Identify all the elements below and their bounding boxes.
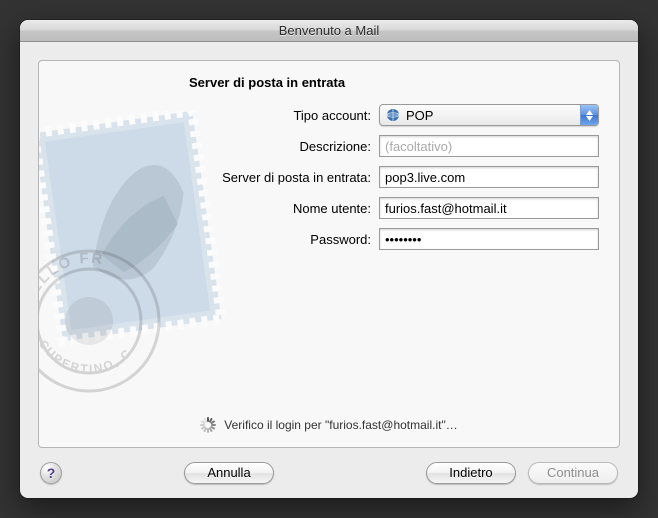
spinner-icon <box>200 417 216 433</box>
window-title: Benvenuto a Mail <box>279 23 379 38</box>
label-password: Password: <box>59 232 379 247</box>
postmark-top-text: HELLO FR <box>38 250 105 308</box>
label-account-type: Tipo account: <box>59 108 379 123</box>
password-input[interactable] <box>379 228 599 250</box>
row-description: Descrizione: <box>59 135 599 157</box>
label-username: Nome utente: <box>59 201 379 216</box>
svg-text:HELLO FR: HELLO FR <box>38 250 105 308</box>
row-username: Nome utente: <box>59 197 599 219</box>
postmark-graphic: HELLO FR CUPERTINO, C <box>38 241 169 401</box>
label-incoming-server: Server di posta in entrata: <box>59 170 379 185</box>
window-titlebar: Benvenuto a Mail <box>20 20 638 42</box>
username-input[interactable] <box>379 197 599 219</box>
form-heading: Server di posta in entrata <box>189 75 599 90</box>
button-row: ? Annulla Indietro Continua <box>38 462 620 484</box>
continue-button[interactable]: Continua <box>528 462 618 484</box>
window-content: HELLO FR CUPERTINO, C Server di posta in… <box>20 42 638 498</box>
help-icon: ? <box>47 465 56 481</box>
select-arrows-icon <box>580 105 598 125</box>
incoming-server-input[interactable] <box>379 166 599 188</box>
status-text: Verifico il login per "furios.fast@hotma… <box>224 418 457 432</box>
row-password: Password: <box>59 228 599 250</box>
row-incoming-server: Server di posta in entrata: <box>59 166 599 188</box>
description-input[interactable] <box>379 135 599 157</box>
help-button[interactable]: ? <box>40 462 62 484</box>
postmark-bottom-text: CUPERTINO, C <box>38 337 135 376</box>
globe-icon <box>386 108 400 122</box>
cancel-button[interactable]: Annulla <box>184 462 274 484</box>
form-area: Server di posta in entrata Tipo account:… <box>59 75 599 250</box>
svg-text:CUPERTINO, C: CUPERTINO, C <box>38 337 135 376</box>
mail-setup-window: Benvenuto a Mail HELLO FR <box>20 20 638 498</box>
row-account-type: Tipo account: POP <box>59 104 599 126</box>
back-button[interactable]: Indietro <box>426 462 516 484</box>
status-row: Verifico il login per "furios.fast@hotma… <box>39 417 619 433</box>
form-panel: HELLO FR CUPERTINO, C Server di posta in… <box>38 60 620 448</box>
account-type-select[interactable]: POP <box>379 104 599 126</box>
account-type-value: POP <box>406 108 580 123</box>
label-description: Descrizione: <box>59 139 379 154</box>
